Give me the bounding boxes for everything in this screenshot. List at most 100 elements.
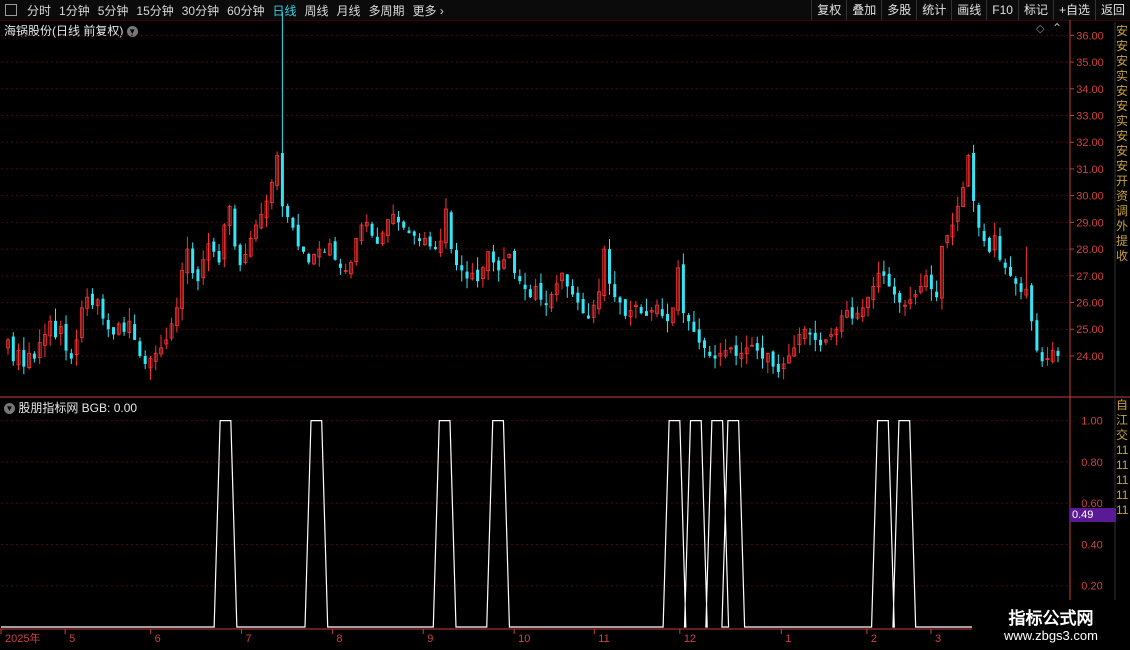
price-tick-label: 30.00 — [1076, 191, 1104, 203]
candle-body-down — [660, 309, 664, 316]
indicator-tick-label: 1.00 — [1081, 416, 1102, 428]
candle-body-down — [217, 250, 221, 263]
candle-body-down — [819, 339, 823, 346]
candle-body-down — [53, 320, 57, 338]
x-tick-label: 5 — [69, 633, 75, 645]
candle-body-down — [449, 212, 453, 250]
candle-body-down — [1003, 262, 1007, 268]
candle-body-down — [982, 231, 986, 242]
candle-body-down — [460, 265, 464, 271]
x-tick-label: 10 — [518, 633, 530, 645]
candle-body-down — [734, 345, 738, 356]
candle-body-down — [755, 343, 759, 351]
x-tick-label: 6 — [155, 633, 161, 645]
price-tick-label: 29.00 — [1076, 217, 1104, 229]
candle-body-down — [196, 269, 200, 282]
candle-body-down — [586, 315, 590, 319]
candle-body-down — [375, 236, 379, 244]
price-tick-label: 35.00 — [1076, 57, 1104, 69]
candle-body-down — [238, 244, 242, 266]
candle-body-down — [697, 329, 701, 343]
candle-body-down — [687, 315, 691, 322]
candle-body-down — [987, 237, 991, 252]
indicator-tick-label: 0.80 — [1081, 457, 1102, 469]
candle-body-down — [708, 351, 712, 356]
x-tick-label: 8 — [336, 633, 342, 645]
candle-body-down — [1035, 320, 1039, 351]
x-tick-label: 2025年 — [5, 631, 40, 645]
candle-body-down — [143, 355, 147, 364]
price-tick-label: 26.00 — [1076, 298, 1104, 310]
candle-body-down — [428, 236, 432, 247]
x-tick-label: 3 — [935, 633, 941, 645]
candle-body-down — [808, 332, 812, 335]
candle-body-down — [544, 303, 548, 306]
candle-body-down — [681, 264, 685, 314]
x-tick-label: 2 — [871, 633, 877, 645]
candle-body-down — [454, 250, 458, 266]
candle-body-down — [935, 291, 939, 298]
candle-body-down — [1019, 283, 1023, 292]
candle-body-down — [576, 292, 580, 303]
candle-body-down — [301, 246, 305, 252]
candle-body-down — [1009, 266, 1013, 276]
candle-body-down — [418, 238, 422, 242]
candle-body-down — [22, 350, 26, 367]
candle-body-down — [887, 273, 891, 287]
candle-body-down — [101, 298, 105, 319]
price-tick-label: 27.00 — [1076, 271, 1104, 283]
candle-body-down — [771, 351, 775, 367]
price-tick-label: 34.00 — [1076, 84, 1104, 96]
candle-body-down — [571, 285, 575, 295]
candle-body-down — [513, 250, 517, 274]
candle-body-down — [133, 324, 137, 340]
candle-body-down — [64, 323, 68, 351]
candle-body-down — [565, 274, 569, 287]
candle-body-down — [280, 153, 284, 207]
candle-body-down — [307, 253, 311, 263]
candle-body-down — [106, 319, 110, 330]
stock-chart[interactable]: 36.0035.0034.0033.0032.0031.0030.0029.00… — [0, 0, 1130, 650]
x-tick-label: 9 — [427, 633, 433, 645]
candle-body-down — [32, 353, 36, 359]
candle-body-down — [333, 241, 337, 260]
candle-body-down — [212, 241, 216, 252]
candle-body-down — [286, 205, 290, 218]
candle-body-down — [491, 251, 495, 263]
price-tick-label: 24.00 — [1076, 351, 1104, 363]
candle-body-down — [998, 236, 1002, 260]
candle-body-down — [639, 307, 643, 314]
candle-body-down — [291, 217, 295, 228]
candle-body-down — [476, 269, 480, 282]
candle-body-down — [11, 336, 15, 362]
candle-body-down — [191, 248, 195, 274]
price-tick-label: 25.00 — [1076, 324, 1104, 336]
right-info-strip-lower: 自江交1111111111 — [1116, 398, 1129, 517]
candle-body-down — [692, 321, 696, 332]
candle-body-down — [1030, 285, 1034, 322]
candle-body-down — [323, 251, 327, 253]
candle-body-down — [618, 297, 622, 303]
candle-body-down — [370, 223, 374, 236]
candle-body-down — [929, 274, 933, 290]
price-tick-label: 28.00 — [1076, 244, 1104, 256]
watermark-url: www.zbgs3.com — [1004, 628, 1098, 643]
candle-body-down — [138, 341, 142, 356]
price-tick-label: 32.00 — [1076, 137, 1104, 149]
candle-body-down — [112, 327, 116, 335]
candle-body-down — [813, 332, 817, 340]
candle-body-down — [776, 363, 780, 372]
candle-body-down — [713, 355, 717, 359]
candle-body-down — [882, 271, 886, 276]
candle-body-down — [233, 208, 237, 247]
watermark-title: 指标公式网 — [1008, 609, 1094, 628]
candle-body-down — [666, 314, 670, 322]
candle-body-down — [972, 152, 976, 201]
candle-body-down — [1056, 350, 1060, 356]
candle-body-down — [892, 286, 896, 295]
candle-body-down — [644, 311, 648, 316]
price-tick-label: 33.00 — [1076, 111, 1104, 123]
candle-body-down — [613, 284, 617, 298]
price-tick-label: 31.00 — [1076, 164, 1104, 176]
price-tick-label: 36.00 — [1076, 30, 1104, 42]
